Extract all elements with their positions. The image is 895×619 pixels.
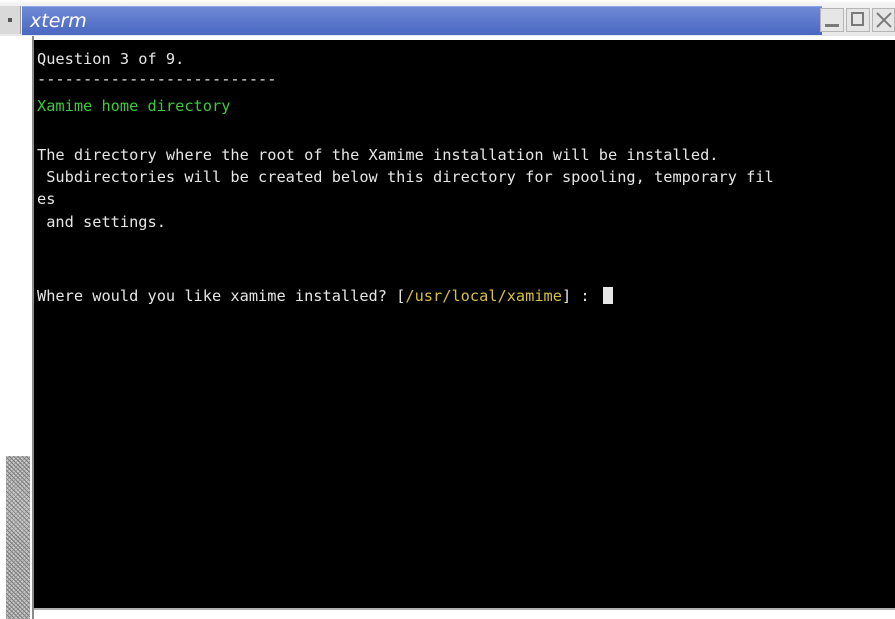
terminal-output[interactable]: Question 3 of 9. -----------------------… [34, 40, 895, 608]
separator-line: -------------------------- [37, 70, 277, 88]
menu-dot-icon [8, 18, 12, 22]
window-menu-button[interactable] [0, 6, 21, 34]
default-path: /usr/local/xamime [405, 287, 562, 305]
minimize-icon [825, 24, 839, 27]
prompt-suffix: : [571, 287, 599, 305]
close-button[interactable] [872, 8, 895, 32]
close-icon [876, 12, 892, 28]
default-bracket-close: ] [561, 287, 572, 305]
description-line-3: es [37, 190, 56, 208]
scrollbar-thumb[interactable] [6, 456, 30, 619]
maximize-icon [851, 12, 864, 26]
prompt-text: Where would you like xamime installed? [37, 287, 397, 305]
window-title: xterm [30, 10, 87, 32]
section-heading: Xamime home directory [37, 97, 231, 115]
question-counter: Question 3 of 9. [37, 50, 185, 68]
minimize-button[interactable] [820, 8, 844, 32]
title-area[interactable]: xterm [22, 6, 822, 35]
text-cursor[interactable] [602, 287, 613, 304]
maximize-button[interactable] [846, 8, 870, 32]
description-line-1: The directory where the root of the Xami… [37, 146, 719, 164]
description-line-4: and settings. [37, 213, 166, 231]
description-line-2: Subdirectories will be created below thi… [37, 168, 774, 186]
install-prompt[interactable]: Where would you like xamime installed? [… [37, 285, 613, 307]
window-bottom-border [34, 608, 895, 619]
title-bar[interactable]: xterm [0, 0, 895, 36]
default-bracket-open: [ [396, 287, 406, 305]
vertical-scrollbar[interactable] [0, 36, 34, 619]
